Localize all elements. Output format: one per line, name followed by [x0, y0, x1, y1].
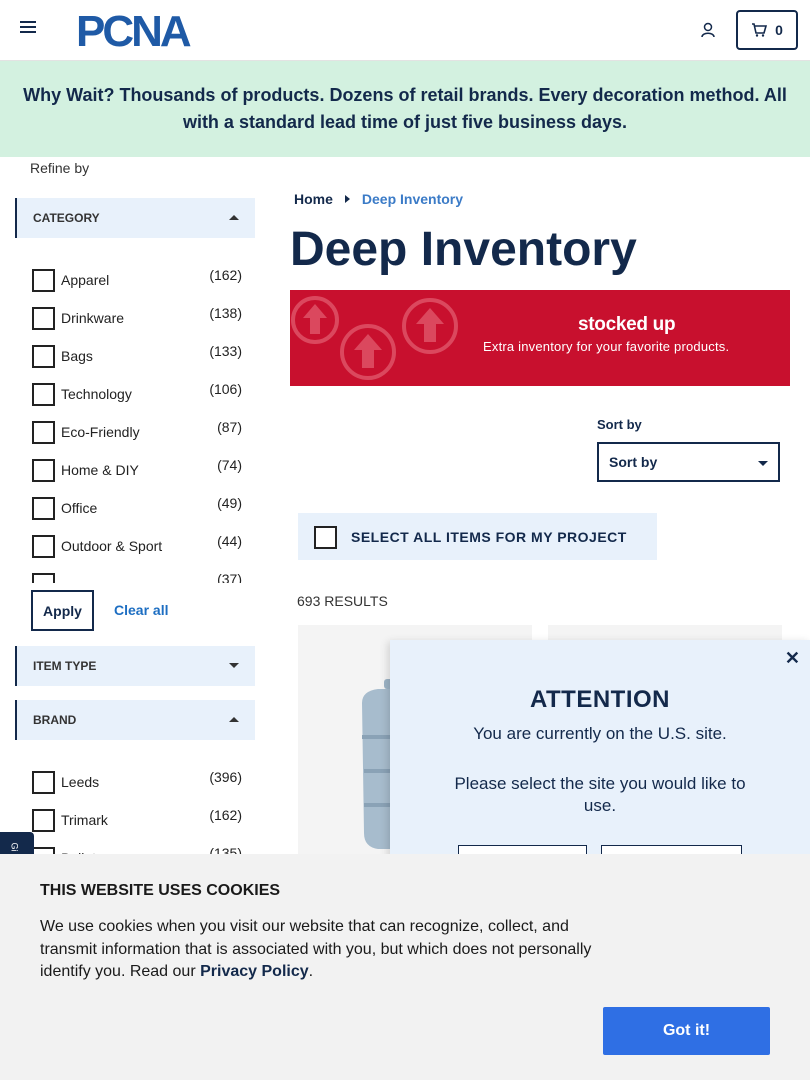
filter-option-count: (133)	[209, 343, 242, 359]
filter-option-label: Trimark	[61, 812, 108, 828]
cookie-banner: THIS WEBSITE USES COOKIES We use cookies…	[0, 854, 810, 1080]
filter-option-home-diy[interactable]: Home & DIY (74)	[30, 455, 242, 493]
filter-option-eco-friendly[interactable]: Eco-Friendly (87)	[30, 417, 242, 455]
cart-count: 0	[775, 22, 783, 38]
refine-by-label: Refine by	[30, 160, 90, 176]
checkbox[interactable]	[32, 497, 55, 520]
promo-banner: Why Wait? Thousands of products. Dozens …	[0, 61, 810, 157]
checkbox[interactable]	[32, 771, 55, 794]
pcna-logo[interactable]: PCNA	[76, 10, 224, 50]
page-title: Deep Inventory	[290, 223, 637, 276]
sort-select[interactable]: Sort by	[597, 442, 780, 482]
filter-option-label: Bags	[61, 348, 93, 364]
caret-up-icon	[229, 215, 239, 220]
filter-option-label: Leeds	[61, 774, 100, 790]
modal-message-current-site: You are currently on the U.S. site.	[473, 724, 727, 743]
item-type-filter-title: ITEM TYPE	[33, 659, 97, 673]
cookie-accept-button[interactable]: Got it!	[603, 1007, 770, 1055]
chevron-down-icon	[758, 461, 768, 466]
breadcrumb-home-link[interactable]: Home	[294, 191, 333, 207]
apply-filters-button[interactable]: Apply	[31, 590, 94, 631]
filter-option-count: (162)	[209, 267, 242, 283]
checkbox[interactable]	[32, 383, 55, 406]
item-type-filter-header[interactable]: ITEM TYPE	[15, 646, 255, 686]
cookie-title: THIS WEBSITE USES COOKIES	[40, 882, 281, 899]
site-selection-modal: ✕ ATTENTION You are currently on the U.S…	[390, 640, 810, 885]
filter-option-count: (138)	[209, 305, 242, 321]
modal-message-select-site: Please select the site you would like to…	[454, 774, 746, 815]
cart-icon	[752, 23, 768, 37]
category-filter-list[interactable]: Apparel (162) Drinkware (138) Bags (133)…	[30, 265, 242, 583]
account-icon[interactable]	[699, 21, 717, 39]
filter-option-drinkware[interactable]: Drinkware (138)	[30, 303, 242, 341]
cart-button[interactable]: 0	[736, 10, 798, 50]
select-all-label: SELECT ALL ITEMS FOR MY PROJECT	[351, 529, 627, 545]
filter-option-count: (74)	[217, 457, 242, 473]
side-tab-text: Gi	[9, 842, 20, 852]
brand-filter-list[interactable]: Leeds (396) Trimark (162) Bullet (135)	[30, 767, 242, 867]
privacy-policy-link[interactable]: Privacy Policy	[200, 963, 309, 980]
sort-label: Sort by	[597, 417, 642, 432]
hamburger-menu-icon[interactable]	[20, 21, 36, 39]
promo-text: Why Wait? Thousands of products. Dozens …	[23, 85, 787, 132]
filter-option-count: (37)	[217, 571, 242, 583]
brand-filter-header[interactable]: BRAND	[15, 700, 255, 740]
checkbox[interactable]	[32, 269, 55, 292]
caret-down-icon	[229, 663, 239, 668]
up-arrow-badges-icon	[291, 296, 458, 380]
filter-option-count: (396)	[209, 769, 242, 785]
clear-all-link[interactable]: Clear all	[114, 602, 168, 618]
checkbox[interactable]	[32, 421, 55, 444]
cookie-period: .	[308, 963, 314, 980]
filter-option-technology[interactable]: Technology (106)	[30, 379, 242, 417]
filter-option-bags[interactable]: Bags (133)	[30, 341, 242, 379]
filter-option-count: (49)	[217, 495, 242, 511]
filter-option-label: Eco-Friendly	[61, 424, 140, 440]
close-icon[interactable]: ✕	[785, 648, 800, 669]
filter-option-office[interactable]: Office (49)	[30, 493, 242, 531]
category-filter-title: CATEGORY	[33, 211, 100, 225]
filter-option-leeds[interactable]: Leeds (396)	[30, 767, 242, 805]
filter-option-label: Outdoor & Sport	[61, 538, 163, 554]
checkbox[interactable]	[32, 535, 55, 558]
sort-selected-value: Sort by	[609, 454, 658, 470]
brand-filter-title: BRAND	[33, 713, 77, 727]
stocked-up-banner[interactable]: stocked up Extra inventory for your favo…	[290, 290, 790, 386]
filter-option-label: Technology	[61, 386, 132, 402]
breadcrumb-current: Deep Inventory	[361, 191, 464, 207]
filter-option-count: (87)	[217, 419, 242, 435]
select-all-checkbox[interactable]	[314, 526, 337, 549]
breadcrumb-arrow-icon	[344, 195, 350, 203]
checkbox[interactable]	[32, 459, 55, 482]
filter-option-label: Home & DIY	[61, 462, 139, 478]
filter-option-trimark[interactable]: Trimark (162)	[30, 805, 242, 843]
category-filter-header[interactable]: CATEGORY	[15, 198, 255, 238]
checkbox[interactable]	[32, 345, 55, 368]
filter-option-apparel[interactable]: Apparel (162)	[30, 265, 242, 303]
cookie-text: We use cookies when you visit our websit…	[40, 916, 610, 984]
checkbox[interactable]	[32, 307, 55, 330]
banner-tagline: Extra inventory for your favorite produc…	[483, 339, 730, 354]
filter-option-count: (44)	[217, 533, 242, 549]
cookie-body: We use cookies when you visit our websit…	[40, 918, 592, 980]
filter-option-partial[interactable]: (37)	[30, 569, 242, 583]
filter-option-count: (162)	[209, 807, 242, 823]
banner-brand-text: stocked up	[578, 314, 676, 335]
filter-option-label: Drinkware	[61, 310, 125, 326]
modal-title: ATTENTION	[529, 686, 671, 713]
checkbox[interactable]	[32, 573, 55, 583]
caret-up-icon	[229, 717, 239, 722]
site-header: PCNA 0	[0, 0, 810, 61]
checkbox[interactable]	[32, 809, 55, 832]
filter-option-outdoor-sport[interactable]: Outdoor & Sport (44)	[30, 531, 242, 569]
breadcrumb: Home Deep Inventory	[294, 191, 463, 207]
filter-option-count: (106)	[209, 381, 242, 397]
filter-option-label: Apparel	[61, 272, 110, 288]
filter-option-label: Office	[61, 500, 98, 516]
results-count: 693 RESULTS	[297, 593, 388, 609]
select-all-items[interactable]: SELECT ALL ITEMS FOR MY PROJECT	[298, 513, 657, 560]
svg-text:PCNA: PCNA	[76, 10, 191, 50]
